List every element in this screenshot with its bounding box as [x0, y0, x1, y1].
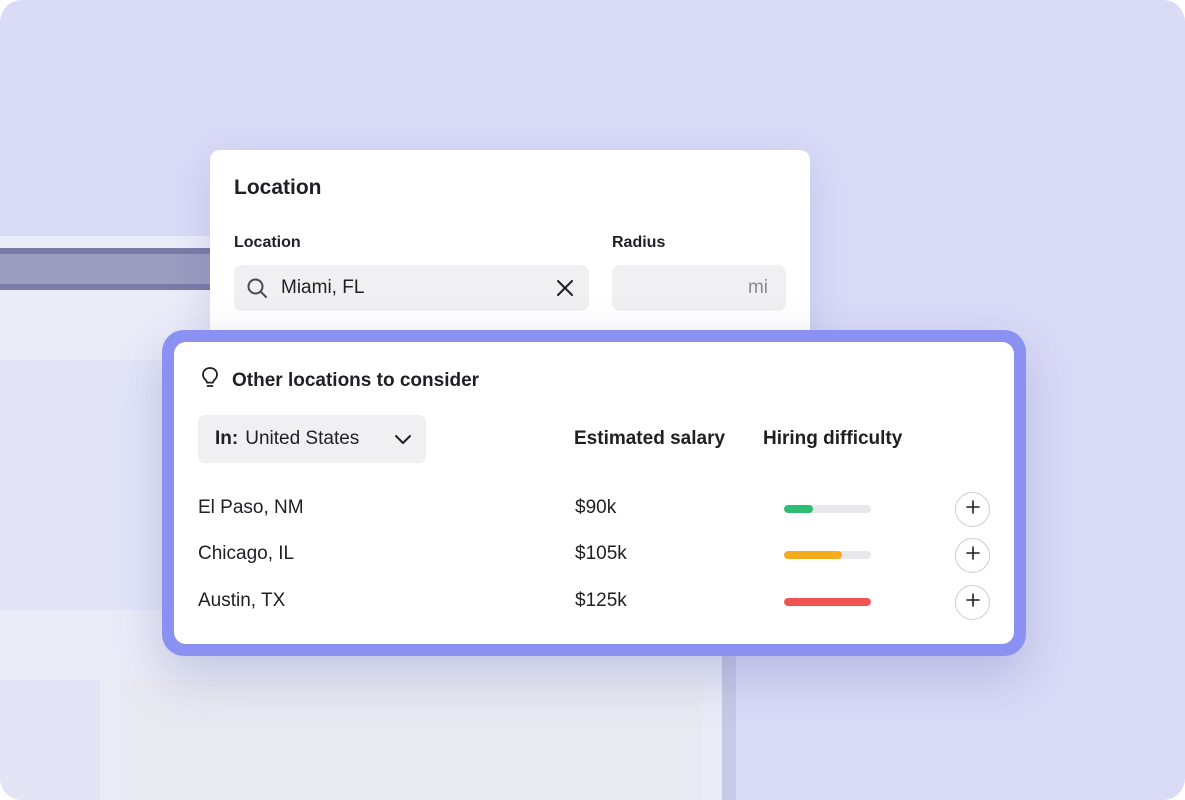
- add-location-button[interactable]: [955, 585, 990, 620]
- suggestions-panel: Other locations to consider In: United S…: [162, 330, 1026, 656]
- location-city: El Paso, NM: [198, 497, 304, 518]
- hiring-difficulty-bar: [784, 551, 871, 559]
- background-toolbar: [0, 248, 240, 290]
- add-location-button[interactable]: [955, 492, 990, 527]
- radius-unit: mi: [747, 277, 768, 298]
- location-row: Austin, TX $125k: [174, 582, 1014, 622]
- plus-icon: [965, 545, 981, 566]
- location-city: Austin, TX: [198, 590, 286, 611]
- background-panel: [0, 360, 170, 610]
- search-icon: [246, 277, 268, 304]
- chevron-down-icon: [394, 431, 412, 453]
- location-card-title: Location: [234, 176, 322, 199]
- background-panel: [120, 680, 702, 800]
- radius-field-label: Radius: [612, 234, 666, 251]
- plus-icon: [965, 592, 981, 613]
- plus-icon: [965, 499, 981, 520]
- location-input[interactable]: Miami, FL: [234, 265, 589, 311]
- hiring-difficulty-bar: [784, 598, 871, 606]
- hiring-difficulty-fill: [784, 505, 813, 513]
- location-row: Chicago, IL $105k: [174, 535, 1014, 575]
- estimated-salary: $105k: [575, 543, 627, 564]
- estimated-salary: $90k: [575, 497, 617, 518]
- location-row: El Paso, NM $90k: [174, 489, 1014, 529]
- country-filter-prefix: In:: [215, 428, 239, 449]
- location-city: Chicago, IL: [198, 543, 295, 564]
- salary-column-header: Estimated salary: [574, 428, 726, 449]
- location-field-label: Location: [234, 234, 301, 251]
- lightbulb-icon: [200, 366, 220, 395]
- estimated-salary: $125k: [575, 590, 627, 611]
- country-filter-select[interactable]: In: United States: [198, 415, 426, 463]
- background-divider: [722, 640, 736, 800]
- suggestions-title: Other locations to consider: [232, 369, 480, 391]
- difficulty-column-header: Hiring difficulty: [763, 428, 903, 449]
- page-background: Location Location Radius Miami, FL mi Ot…: [0, 0, 1185, 800]
- suggestions-card: Other locations to consider In: United S…: [174, 342, 1014, 644]
- hiring-difficulty-bar: [784, 505, 871, 513]
- suggestions-header: Other locations to consider: [200, 366, 479, 395]
- location-input-value: Miami, FL: [281, 277, 365, 298]
- add-location-button[interactable]: [955, 538, 990, 573]
- radius-input[interactable]: mi: [612, 265, 786, 311]
- close-icon[interactable]: [555, 278, 575, 303]
- hiring-difficulty-fill: [784, 551, 843, 559]
- hiring-difficulty-fill: [784, 598, 871, 606]
- background-panel: [0, 680, 100, 800]
- country-filter-value: United States: [245, 428, 360, 449]
